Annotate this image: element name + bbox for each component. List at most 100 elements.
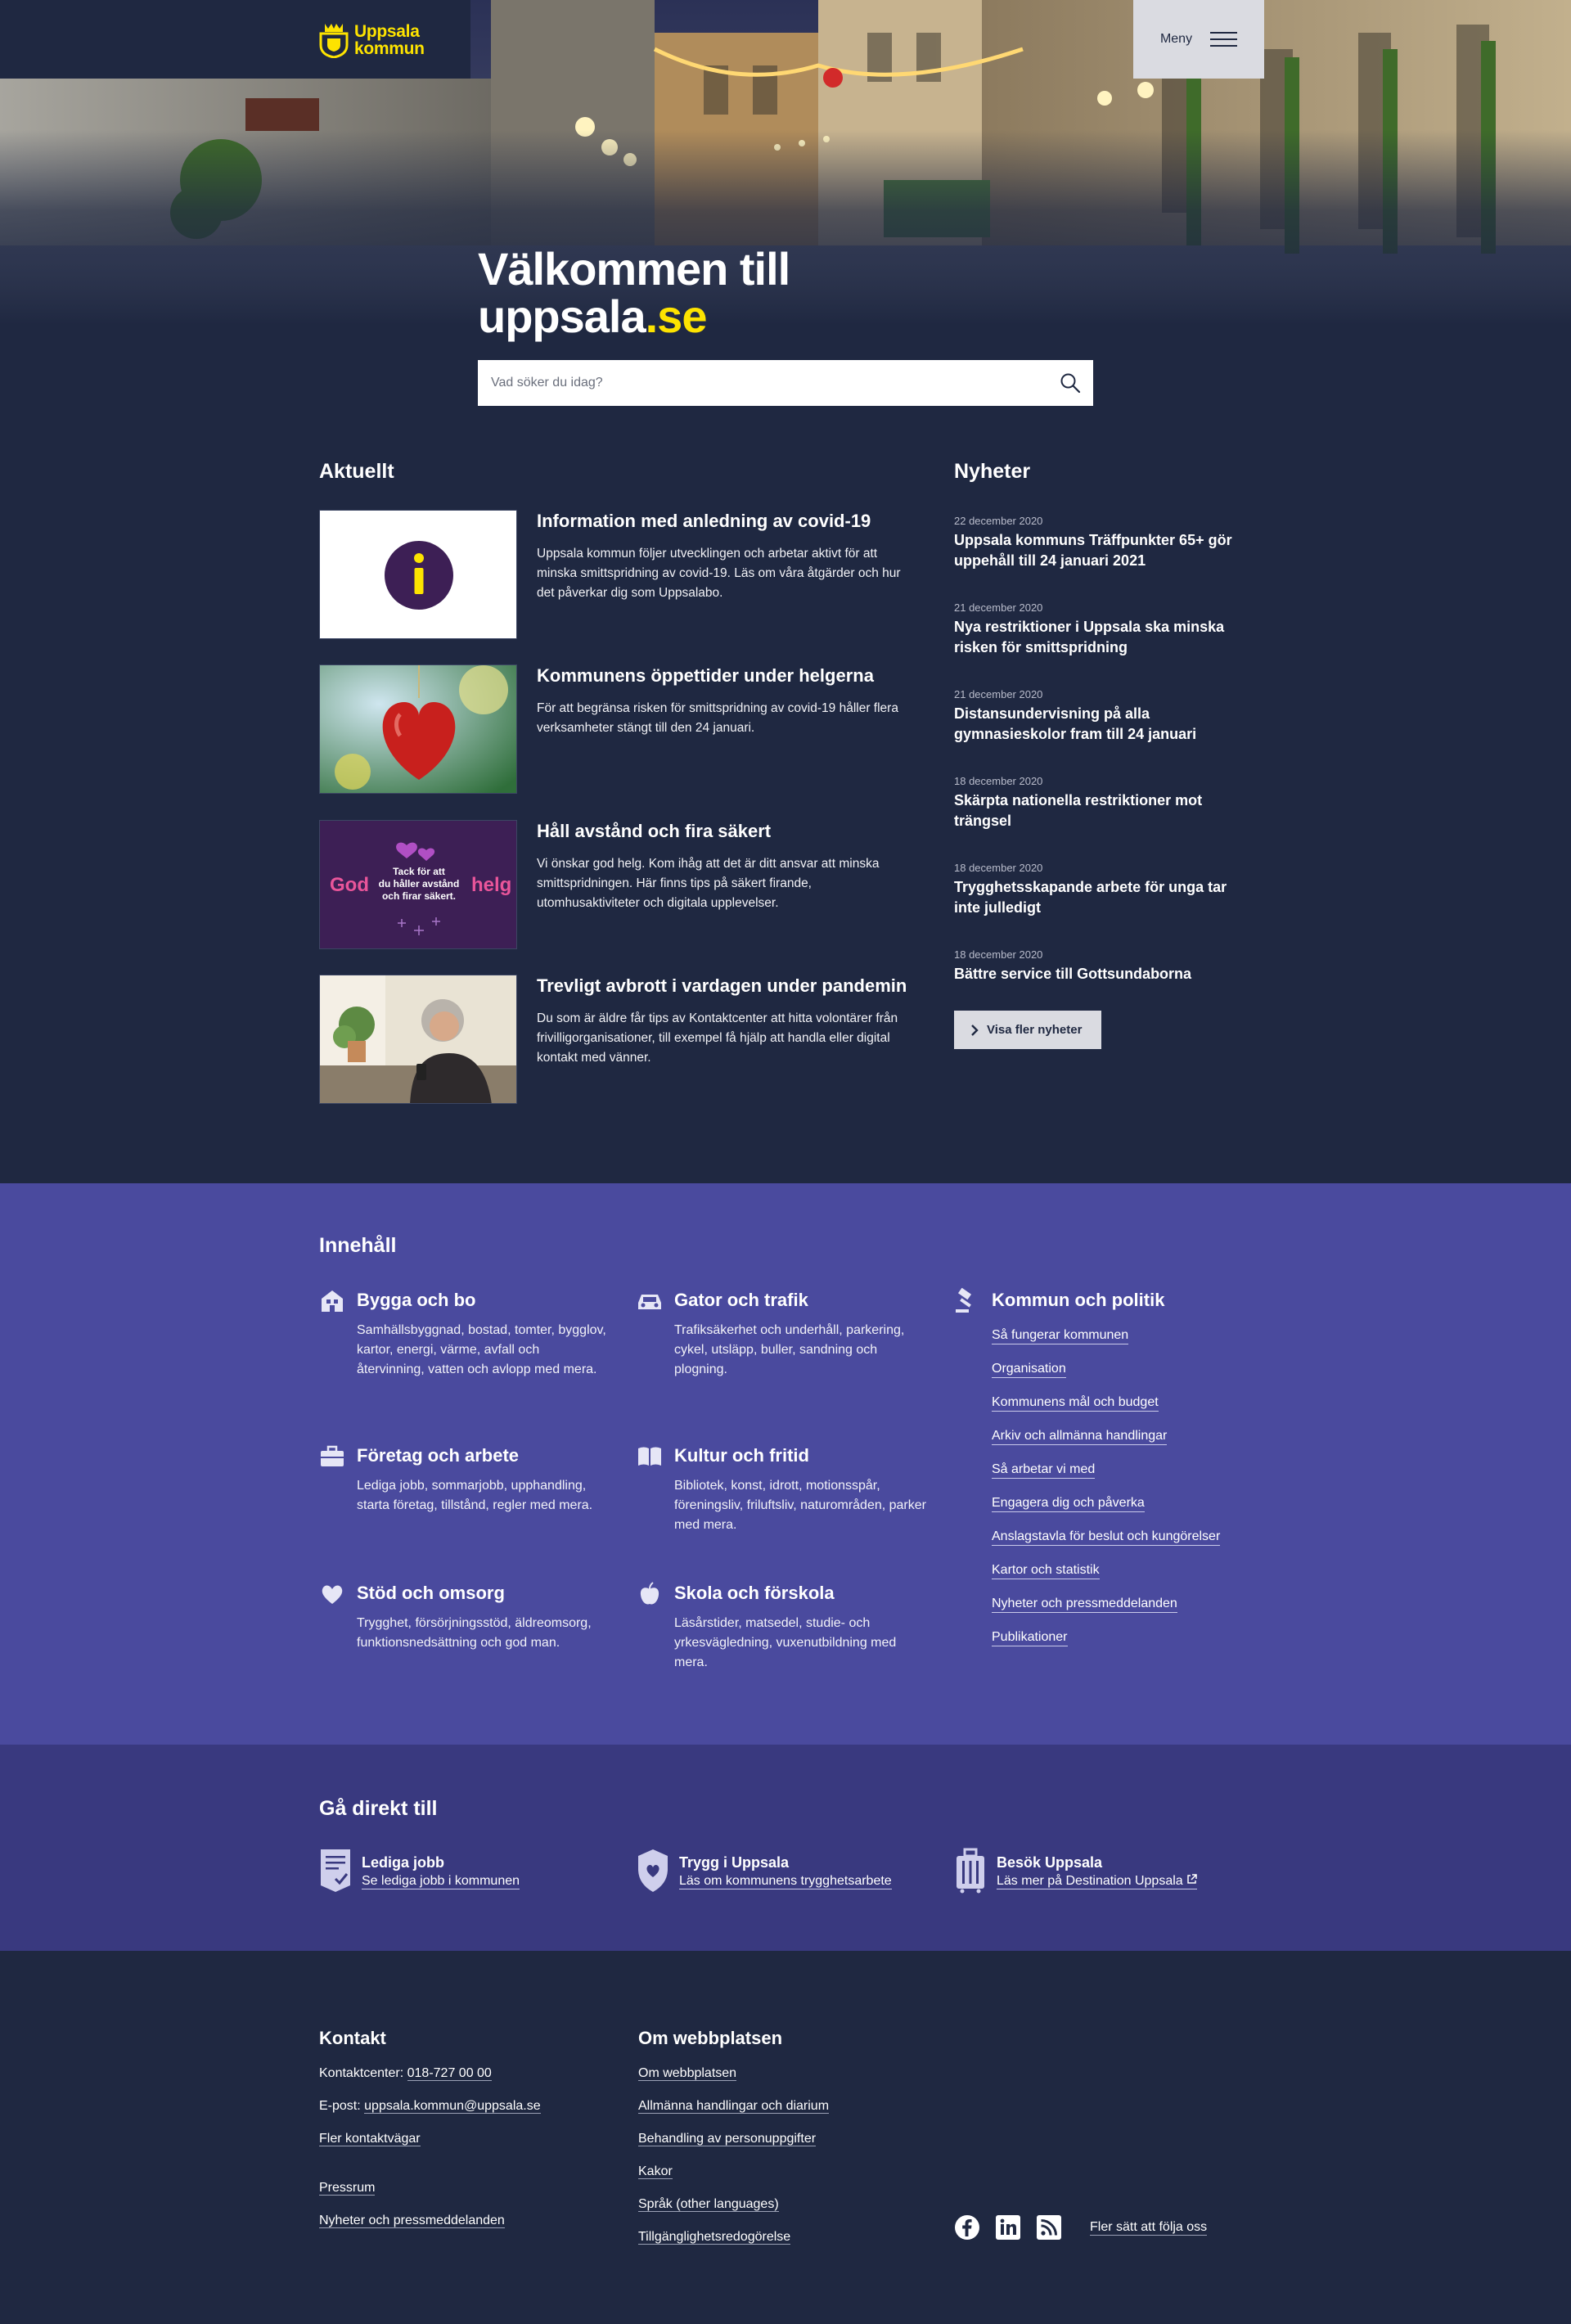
quicklink-title: Lediga jobb [362, 1854, 444, 1871]
apple-icon [640, 1582, 659, 1605]
category-name: Kommun och politik [992, 1290, 1165, 1310]
footer-link[interactable]: Behandling av personuppgifter [638, 2132, 817, 2146]
search-input[interactable] [478, 360, 1093, 406]
news-title: Skärpta nationella restriktioner mot trä… [954, 792, 1203, 829]
aktuellt-item-title: Kommunens öppettider under helgerna [537, 665, 874, 686]
news-item[interactable]: 21 december 2020 Nya restriktioner i Upp… [954, 601, 1249, 658]
quicklink-link-text: Läs mer på Destination Uppsala [997, 1874, 1183, 1888]
briefcase-icon [321, 1445, 344, 1466]
gavel-icon [956, 1288, 972, 1313]
om-link-line: Allmänna handlingar och diarium [638, 2098, 830, 2115]
category-description: Läsårstider, matsedel, studie- och yrkes… [674, 1616, 897, 1669]
aktuellt-item[interactable]: Information med anledning av covid-19 Up… [319, 510, 916, 639]
innehall-heading: Innehåll [319, 1234, 397, 1257]
om-webbplatsen-heading: Om webbplatsen [638, 2028, 783, 2048]
show-more-news-label: Visa fler nyheter [987, 1023, 1083, 1037]
quicklink-link[interactable]: Läs om kommunens trygghetsarbete [679, 1874, 892, 1889]
follow-us-link[interactable]: Fler sätt att följa oss [1090, 2220, 1208, 2236]
news-title: Uppsala kommuns Träffpunkter 65+ gör upp… [954, 532, 1232, 569]
promo-line-2: du håller avstånd [379, 878, 460, 890]
shield-heart-icon [638, 1849, 668, 1892]
politik-link[interactable]: Så fungerar kommunen [992, 1327, 1129, 1344]
linkedin-icon[interactable] [995, 2214, 1021, 2241]
innehall-section: Innehåll Bygga och bo Samhällsbyggnad, b… [0, 1183, 1571, 1745]
politik-links: Så fungerar kommunen Organisation Kommun… [992, 1327, 1221, 1663]
header-logo-area[interactable]: Uppsala kommun [0, 0, 470, 79]
politik-link[interactable]: Engagera dig och påverka [992, 1495, 1145, 1512]
menu-button[interactable]: Meny [1133, 0, 1264, 79]
kontaktcenter-line: Kontaktcenter: 018-727 00 00 [319, 2065, 492, 2082]
epost-link[interactable]: uppsala.kommun@uppsala.se [364, 2099, 541, 2114]
pressrum-link[interactable]: Pressrum [319, 2181, 376, 2196]
hero: Uppsala kommun Meny Välkommen till uppsa… [0, 0, 1571, 406]
footer-link[interactable]: Allmänna handlingar och diarium [638, 2099, 830, 2114]
politik-link[interactable]: Publikationer [992, 1629, 1068, 1646]
info-image [319, 510, 517, 639]
news-title: Trygghetsskapande arbete för unga tar in… [954, 879, 1227, 916]
news-title: Distansundervisning på alla gymnasieskol… [954, 705, 1197, 742]
aktuellt-item-text: För att begränsa risken för smittspridni… [537, 701, 898, 735]
quicklink-title: Besök Uppsala [997, 1854, 1103, 1871]
politik-link[interactable]: Så arbetar vi med [992, 1462, 1096, 1479]
politik-link[interactable]: Nyheter och pressmeddelanden [992, 1596, 1177, 1613]
god-text: God [330, 874, 369, 896]
heart-icon [322, 1585, 343, 1604]
hero-title-tld: .se [645, 290, 708, 342]
aktuellt-item-title: Information med anledning av covid-19 [537, 511, 871, 531]
kontaktcenter-phone-link[interactable]: 018-727 00 00 [407, 2066, 492, 2081]
footer-link[interactable]: Språk (other languages) [638, 2197, 779, 2212]
category-name: Stöd och omsorg [357, 1583, 505, 1603]
hamburger-icon [1210, 32, 1238, 47]
aktuellt-item[interactable]: God helg Tack för att du håller avstånd … [319, 820, 916, 949]
aktuellt-item-text: Du som är äldre får tips av Kontaktcente… [537, 1011, 898, 1065]
news-item[interactable]: 18 december 2020 Trygghetsskapande arbet… [954, 861, 1249, 918]
facebook-icon[interactable] [954, 2214, 980, 2241]
search-icon[interactable] [1059, 372, 1082, 394]
external-link-icon [1187, 1874, 1197, 1884]
elderly-woman-photo [319, 975, 517, 1104]
om-link-line: Behandling av personuppgifter [638, 2131, 817, 2147]
quicklink-link[interactable]: Läs mer på Destination Uppsala [997, 1874, 1198, 1889]
search-box [478, 360, 1093, 406]
footer-link[interactable]: Om webbplatsen [638, 2066, 737, 2081]
heart-ornament-illustration [320, 665, 516, 793]
page: Uppsala kommun Meny Välkommen till uppsa… [0, 0, 1571, 2324]
promo-line-1: Tack för att [393, 866, 445, 877]
aktuellt-item-title: Trevligt avbrott i vardagen under pandem… [537, 975, 907, 996]
aktuellt-item[interactable]: Trevligt avbrott i vardagen under pandem… [319, 975, 916, 1104]
show-more-news-button[interactable]: Visa fler nyheter [954, 1011, 1101, 1049]
footer-link[interactable]: Kakor [638, 2164, 673, 2179]
news-item[interactable]: 18 december 2020 Bättre service till Got… [954, 948, 1249, 984]
document-check-icon [321, 1849, 350, 1892]
news-item[interactable]: 18 december 2020 Skärpta nationella rest… [954, 774, 1249, 831]
nyheter-press-link[interactable]: Nyheter och pressmeddelanden [319, 2214, 505, 2228]
epost-label: E-post: [319, 2099, 361, 2113]
aktuellt-item[interactable]: Kommunens öppettider under helgerna För … [319, 664, 916, 794]
news-date: 21 december 2020 [954, 601, 1043, 614]
ga-direkt-heading: Gå direkt till [319, 1797, 438, 1820]
news-item[interactable]: 21 december 2020 Distansundervisning på … [954, 687, 1249, 745]
category-name: Företag och arbete [357, 1445, 520, 1466]
chevron-right-icon [971, 1024, 979, 1036]
quicklink-title: Trygg i Uppsala [679, 1854, 790, 1871]
politik-link[interactable]: Kommunens mål och budget [992, 1394, 1159, 1412]
quicklink-link[interactable]: Se lediga jobb i kommunen [362, 1874, 520, 1889]
news-item[interactable]: 22 december 2020 Uppsala kommuns Träffpu… [954, 514, 1249, 571]
footer-link[interactable]: Tillgänglighetsredogörelse [638, 2230, 791, 2245]
news-date: 21 december 2020 [954, 688, 1043, 700]
fler-kontaktvagar-link[interactable]: Fler kontaktvägar [319, 2132, 421, 2146]
news-date: 18 december 2020 [954, 862, 1043, 874]
category-name: Gator och trafik [674, 1290, 808, 1310]
politik-link[interactable]: Anslagstavla för beslut och kungörelser [992, 1529, 1221, 1546]
news-title: Nya restriktioner i Uppsala ska minska r… [954, 619, 1225, 655]
fler-kontakt-line: Fler kontaktvägar [319, 2131, 421, 2147]
politik-link[interactable]: Arkiv och allmänna handlingar [992, 1428, 1168, 1445]
politik-link[interactable]: Organisation [992, 1361, 1066, 1378]
politik-link[interactable]: Kartor och statistik [992, 1562, 1100, 1579]
woman-with-phone-illustration [320, 975, 516, 1103]
suitcase-icon [957, 1848, 984, 1894]
category-description: Bibliotek, konst, idrott, motionsspår, f… [674, 1479, 926, 1532]
rss-icon[interactable] [1036, 2214, 1062, 2241]
hero-title-domain: uppsala [478, 290, 646, 342]
aktuellt-item-title: Håll avstånd och fira säkert [537, 821, 772, 841]
